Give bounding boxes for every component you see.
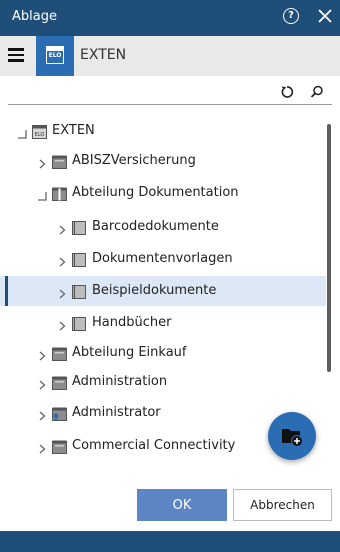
tree-item[interactable]: Administration bbox=[0, 367, 326, 397]
chevron-right-icon[interactable] bbox=[36, 155, 48, 169]
folder-icon bbox=[72, 220, 87, 235]
tree-item[interactable]: Abteilung Dokumentation bbox=[0, 178, 326, 208]
tree-item[interactable]: Abteilung Einkauf bbox=[0, 338, 326, 368]
chevron-right-icon[interactable] bbox=[36, 440, 48, 454]
new-folder-button[interactable] bbox=[268, 412, 316, 460]
folder-icon bbox=[72, 284, 87, 299]
cabinet-icon bbox=[52, 375, 67, 390]
tree-item[interactable]: ELO EXTEN bbox=[0, 116, 326, 146]
chevron-right-icon[interactable] bbox=[36, 376, 48, 390]
tree-item-label: Administration bbox=[72, 374, 168, 389]
search-underline bbox=[8, 104, 332, 105]
chevron-right-icon[interactable] bbox=[56, 317, 68, 331]
tree-item-label: Commercial Connectivity bbox=[72, 438, 236, 453]
cabinet-icon bbox=[52, 154, 67, 169]
tree-item-label: Administrator bbox=[72, 405, 161, 420]
repository-button[interactable]: ELO bbox=[36, 36, 74, 76]
title-bar: Ablage ? bbox=[0, 0, 340, 36]
expanded-icon[interactable] bbox=[36, 187, 48, 201]
cabinet-icon bbox=[52, 346, 67, 361]
archive-root-icon: ELO bbox=[32, 124, 47, 139]
filter-bar bbox=[0, 76, 340, 106]
chevron-right-icon[interactable] bbox=[36, 347, 48, 361]
breadcrumb[interactable]: EXTEN bbox=[80, 47, 126, 63]
tree-item-label: EXTEN bbox=[52, 123, 95, 138]
tree-item[interactable]: ABISZVersicherung bbox=[0, 146, 326, 176]
tree-item-label: ABISZVersicherung bbox=[72, 153, 196, 168]
search-icon[interactable] bbox=[310, 84, 324, 98]
tree-item-label: Dokumentenvorlagen bbox=[92, 251, 233, 266]
tree-item[interactable]: Beispieldokumente bbox=[0, 276, 326, 306]
elo-logo-icon: ELO bbox=[46, 46, 64, 64]
scrollbar[interactable] bbox=[327, 124, 331, 372]
svg-text:ELO: ELO bbox=[35, 132, 45, 138]
folder-icon bbox=[72, 252, 87, 267]
chevron-right-icon[interactable] bbox=[36, 407, 48, 421]
close-icon[interactable] bbox=[316, 7, 334, 25]
tree-item-label: Abteilung Dokumentation bbox=[72, 185, 239, 200]
ok-button[interactable]: OK bbox=[137, 489, 227, 521]
chevron-right-icon[interactable] bbox=[56, 221, 68, 235]
tree-item-label: Beispieldokumente bbox=[92, 283, 217, 298]
cancel-button[interactable]: Abbrechen bbox=[233, 489, 332, 521]
toolbar: ELO EXTEN bbox=[0, 36, 340, 76]
menu-icon[interactable] bbox=[8, 48, 24, 62]
cabinet-open-icon bbox=[52, 186, 67, 201]
folder-icon bbox=[72, 316, 87, 331]
expanded-icon[interactable] bbox=[16, 125, 28, 139]
tree-item[interactable]: Handbücher bbox=[0, 308, 326, 338]
refresh-icon[interactable] bbox=[280, 84, 294, 98]
cabinet-icon bbox=[52, 439, 67, 454]
tree-item[interactable]: Barcodedokumente bbox=[0, 212, 326, 242]
chevron-right-icon[interactable] bbox=[56, 285, 68, 299]
chevron-right-icon[interactable] bbox=[56, 253, 68, 267]
footer-bar bbox=[0, 531, 340, 552]
dialog-title: Ablage bbox=[12, 9, 57, 24]
tree-item[interactable]: Dokumentenvorlagen bbox=[0, 244, 326, 274]
tree-item-label: Barcodedokumente bbox=[92, 219, 219, 234]
tree-item-label: Abteilung Einkauf bbox=[72, 345, 187, 360]
folder-add-icon bbox=[282, 429, 303, 447]
user-cabinet-icon bbox=[52, 406, 67, 421]
tree-item-label: Handbücher bbox=[92, 315, 172, 330]
help-icon[interactable]: ? bbox=[283, 8, 299, 24]
